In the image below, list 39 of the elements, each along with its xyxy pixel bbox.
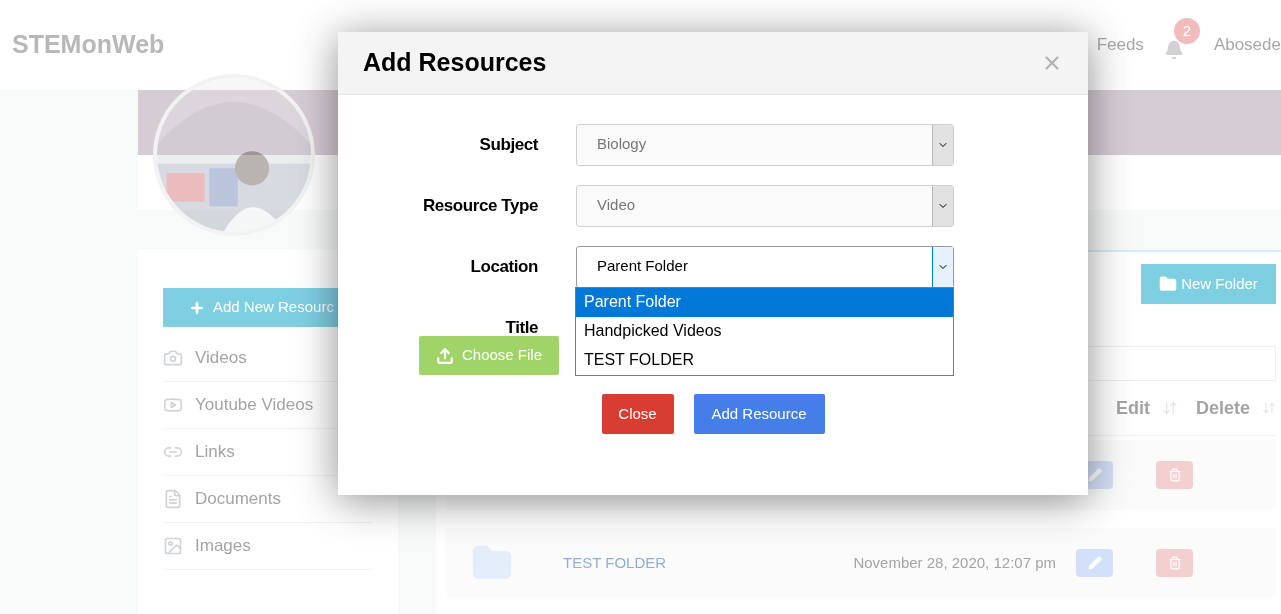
folder-name[interactable]: TEST FOLDER	[563, 551, 667, 575]
modal-title: Add Resources	[363, 47, 547, 79]
pencil-icon	[1087, 556, 1102, 570]
notification-badge: 2	[1173, 18, 1200, 44]
add-resource-submit-button[interactable]: Add Resource	[693, 394, 825, 434]
select-field[interactable]: Biology	[576, 123, 954, 166]
image-icon	[163, 536, 183, 556]
close-button[interactable]: Close	[601, 394, 674, 434]
column-header[interactable]: Delete	[1196, 394, 1251, 422]
nav-link[interactable]: Feeds	[1096, 32, 1144, 58]
document-icon	[163, 489, 183, 509]
play-icon	[163, 395, 183, 415]
logo[interactable]: STEMonWeb	[12, 26, 165, 64]
choose-file-button[interactable]: Choose File	[419, 336, 559, 375]
select-field[interactable]: Parent Folder	[576, 245, 954, 288]
field-label: Resource Type	[421, 194, 538, 217]
field-label: Subject	[478, 133, 538, 156]
plus-icon	[189, 299, 205, 316]
folder-icon	[1159, 275, 1178, 293]
bell-icon[interactable]	[1163, 40, 1184, 60]
delete-button[interactable]	[1156, 549, 1193, 577]
upload-icon	[435, 346, 454, 365]
trash-icon	[1167, 468, 1182, 482]
camera-icon	[163, 348, 183, 368]
delete-button[interactable]	[1156, 461, 1193, 489]
sort-icon[interactable]	[1262, 400, 1276, 416]
sidebar-item[interactable]: Images	[163, 523, 373, 570]
field-label: Location	[469, 255, 538, 278]
trash-icon	[1167, 556, 1182, 570]
field-label: Title	[504, 316, 538, 339]
chevron-icon[interactable]	[932, 246, 953, 287]
column-header[interactable]: Edit	[1116, 394, 1150, 422]
edit-button[interactable]	[1076, 549, 1113, 577]
new-folder-button[interactable]: New Folder	[1141, 264, 1276, 304]
date-cell-text: November 28, 2020, 12:07 pm	[853, 552, 1056, 573]
user-name[interactable]: Abosede	[1213, 32, 1281, 58]
sort-icon[interactable]	[1162, 400, 1178, 416]
select-field[interactable]: Video	[576, 184, 954, 227]
dropdown-option[interactable]: Parent Folder	[576, 287, 953, 317]
